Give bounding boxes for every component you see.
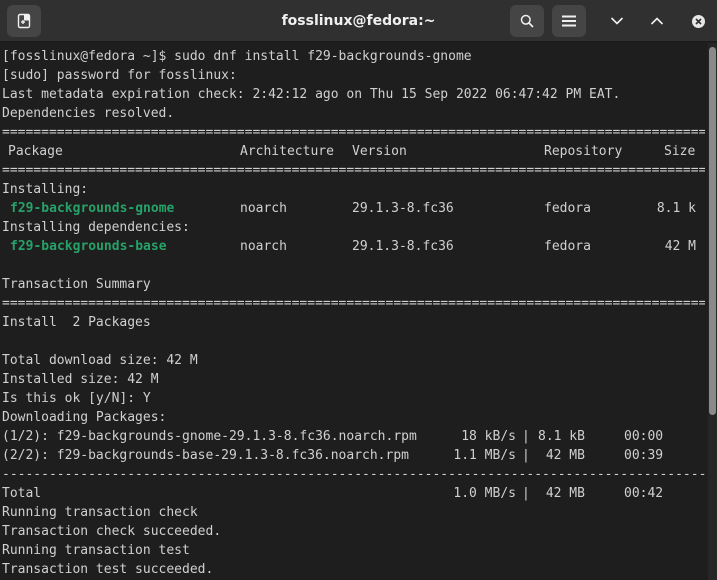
confirm-prompt-line: Is this ok [y/N]: Y — [2, 391, 151, 406]
separator: ----------------------------------------… — [2, 467, 705, 482]
transaction-status-line: Transaction test succeeded. — [2, 562, 214, 577]
transaction-status-line: Running transaction check — [2, 505, 198, 520]
package-size: 8.1 k — [656, 201, 696, 216]
package-arch: noarch — [240, 201, 287, 216]
download-speed: 1.1 MB/s — [453, 448, 516, 463]
separator: ========================================… — [2, 125, 705, 140]
menu-button[interactable] — [552, 5, 586, 37]
separator: ========================================… — [2, 296, 705, 311]
installed-size-line: Installed size: 42 M — [2, 372, 159, 387]
download-size: 42 MB — [538, 448, 585, 463]
package-version: 29.1.3-8.fc36 — [352, 239, 454, 254]
package-arch: noarch — [240, 239, 287, 254]
downloading-packages-line: Downloading Packages: — [2, 410, 167, 425]
install-count-line: Install 2 Packages — [2, 315, 151, 330]
chevron-down-icon — [610, 17, 624, 25]
close-button[interactable] — [681, 5, 715, 37]
table-header-row: Package Architecture Version Repository … — [2, 142, 705, 161]
header-size: Size — [664, 144, 696, 159]
download-time: 00:00 — [624, 429, 664, 444]
header-architecture: Architecture — [240, 144, 334, 159]
package-row: f29-backgrounds-base noarch 29.1.3-8.fc3… — [2, 237, 705, 256]
package-version: 29.1.3-8.fc36 — [352, 201, 454, 216]
download-file: (2/2): f29-backgrounds-base-29.1.3-8.fc3… — [2, 448, 409, 463]
package-size: 42 M — [664, 239, 696, 254]
separator: ========================================… — [2, 163, 705, 178]
total-label: Total — [2, 486, 42, 501]
close-icon — [691, 14, 705, 28]
maximize-button[interactable] — [640, 5, 674, 37]
total-size: 42 MB — [538, 486, 585, 501]
package-name: f29-backgrounds-base — [10, 239, 167, 254]
vertical-scrollbar[interactable] — [708, 43, 717, 580]
dependencies-resolved-line: Dependencies resolved. — [2, 106, 175, 121]
installing-label: Installing: — [2, 182, 89, 197]
package-repo: fedora — [544, 201, 591, 216]
transaction-summary-heading: Transaction Summary — [2, 277, 151, 292]
download-file: (1/2): f29-backgrounds-gnome-29.1.3-8.fc… — [2, 429, 417, 444]
transaction-status-line: Running transaction test — [2, 543, 190, 558]
download-speed: 18 kB/s — [461, 429, 516, 444]
transaction-status-line: Transaction check succeeded. — [2, 524, 222, 539]
chevron-up-icon — [650, 17, 664, 25]
terminal-output[interactable]: [fosslinux@fedora ~]$ sudo dnf install f… — [0, 43, 706, 580]
search-icon — [520, 14, 534, 28]
minimize-button[interactable] — [600, 5, 634, 37]
metadata-check-line: Last metadata expiration check: 2:42:12 … — [2, 87, 621, 102]
new-tab-button[interactable] — [7, 5, 41, 37]
total-time: 00:42 — [624, 486, 664, 501]
download-pipe: | — [522, 448, 530, 463]
new-tab-icon — [17, 13, 31, 29]
total-row: Total 1.0 MB/s | 42 MB 00:42 — [2, 484, 705, 503]
header-package: Package — [8, 144, 63, 159]
sudo-password-line: [sudo] password for fosslinux: — [2, 68, 237, 83]
download-size: 8.1 kB — [538, 429, 585, 444]
download-time: 00:39 — [624, 448, 664, 463]
download-row: (2/2): f29-backgrounds-base-29.1.3-8.fc3… — [2, 446, 705, 465]
header-repository: Repository — [544, 144, 623, 159]
header-version: Version — [352, 144, 407, 159]
total-pipe: | — [522, 486, 530, 501]
title-bar: fosslinux@fedora:~ — [0, 0, 717, 42]
search-button[interactable] — [510, 5, 544, 37]
installing-dependencies-label: Installing dependencies: — [2, 220, 190, 235]
download-pipe: | — [522, 429, 530, 444]
scrollbar-thumb[interactable] — [709, 47, 716, 415]
package-row: f29-backgrounds-gnome noarch 29.1.3-8.fc… — [2, 199, 705, 218]
download-row: (1/2): f29-backgrounds-gnome-29.1.3-8.fc… — [2, 427, 705, 446]
total-speed: 1.0 MB/s — [453, 486, 516, 501]
hamburger-menu-icon — [562, 15, 576, 27]
total-download-size-line: Total download size: 42 M — [2, 353, 198, 368]
command-prompt-line: [fosslinux@fedora ~]$ sudo dnf install f… — [2, 49, 472, 64]
package-repo: fedora — [544, 239, 591, 254]
package-name: f29-backgrounds-gnome — [10, 201, 175, 216]
